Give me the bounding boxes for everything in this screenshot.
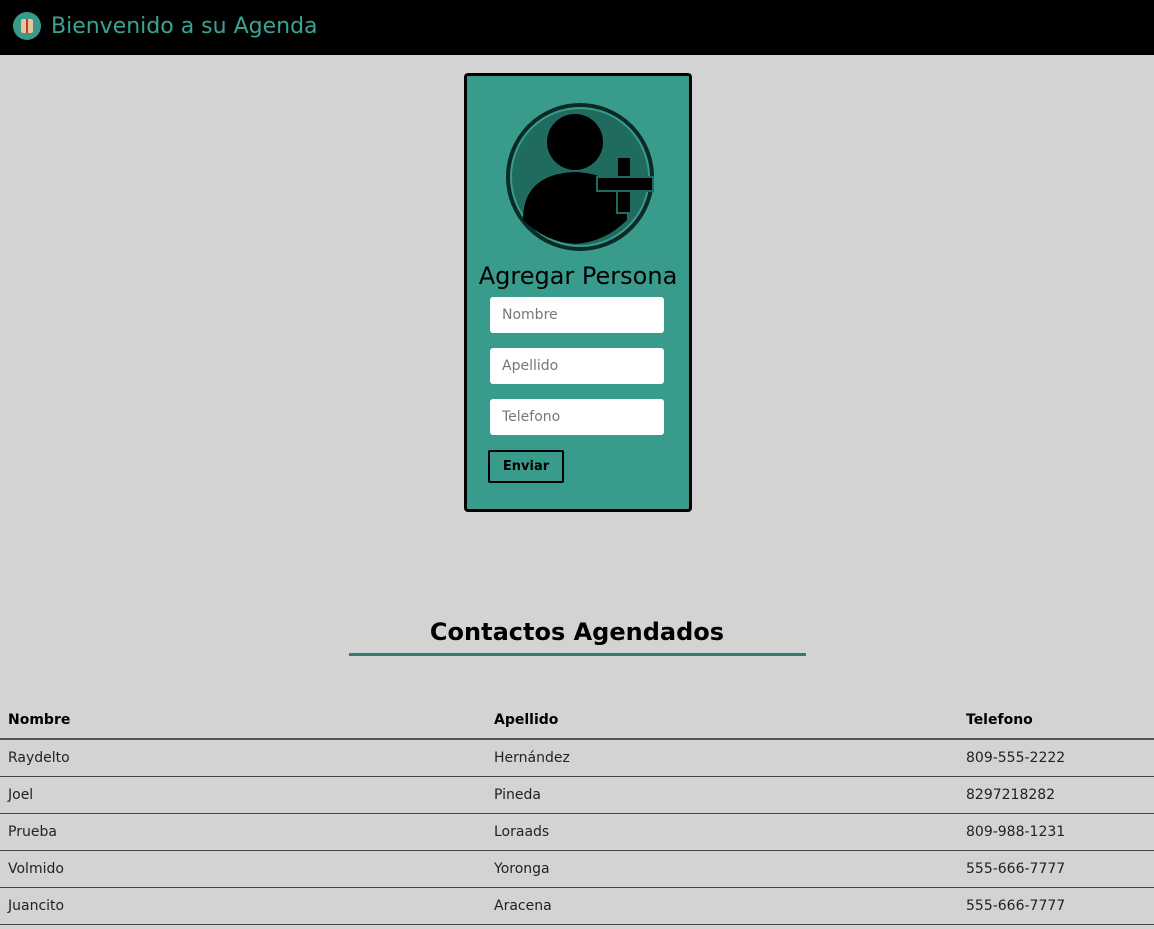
cell-telefono: 809-555-2222	[958, 739, 1154, 777]
top-navbar: Bienvenido a su Agenda	[0, 0, 1154, 55]
table-row: Volmido Yoronga 555-666-7777	[0, 850, 1154, 888]
cell-nombre: Volmido	[0, 850, 486, 888]
table-header-row: Nombre Apellido Telefono	[0, 702, 1154, 740]
table-row: Juancito Aracena 555-666-7777	[0, 887, 1154, 925]
cell-apellido: Pineda	[486, 776, 958, 814]
telefono-input[interactable]	[490, 399, 664, 435]
app-title: Bienvenido a su Agenda	[51, 14, 318, 39]
nombre-input[interactable]	[490, 297, 664, 333]
cell-nombre: Joel	[0, 776, 486, 814]
cell-nombre: Juancito	[0, 887, 486, 925]
column-header-telefono: Telefono	[958, 702, 1154, 740]
cell-telefono: 555-666-7777	[958, 887, 1154, 925]
cell-telefono: 8297218282	[958, 776, 1154, 814]
add-person-card: Agregar Persona Enviar	[464, 73, 692, 512]
column-header-apellido: Apellido	[486, 702, 958, 740]
section-divider	[349, 653, 806, 656]
table-row: Raydelto Hernández 809-555-2222	[0, 739, 1154, 777]
cell-apellido: Hernández	[486, 739, 958, 777]
add-person-icon	[506, 103, 654, 251]
enviar-button[interactable]: Enviar	[488, 450, 564, 483]
agenda-book-icon	[13, 12, 41, 40]
cell-telefono: 809-988-1231	[958, 813, 1154, 851]
table-row: Joel Pineda 8297218282	[0, 776, 1154, 814]
apellido-input[interactable]	[490, 348, 664, 384]
contacts-table: Nombre Apellido Telefono Raydelto Hernán…	[0, 702, 1154, 925]
form-title: Agregar Persona	[478, 262, 678, 290]
cell-apellido: Yoronga	[486, 850, 958, 888]
cell-telefono: 555-666-7777	[958, 850, 1154, 888]
table-row: Prueba Loraads 809-988-1231	[0, 813, 1154, 851]
column-header-nombre: Nombre	[0, 702, 486, 740]
cell-nombre: Raydelto	[0, 739, 486, 777]
contacts-section-title: Contactos Agendados	[429, 618, 725, 646]
cell-apellido: Loraads	[486, 813, 958, 851]
cell-apellido: Aracena	[486, 887, 958, 925]
cell-nombre: Prueba	[0, 813, 486, 851]
